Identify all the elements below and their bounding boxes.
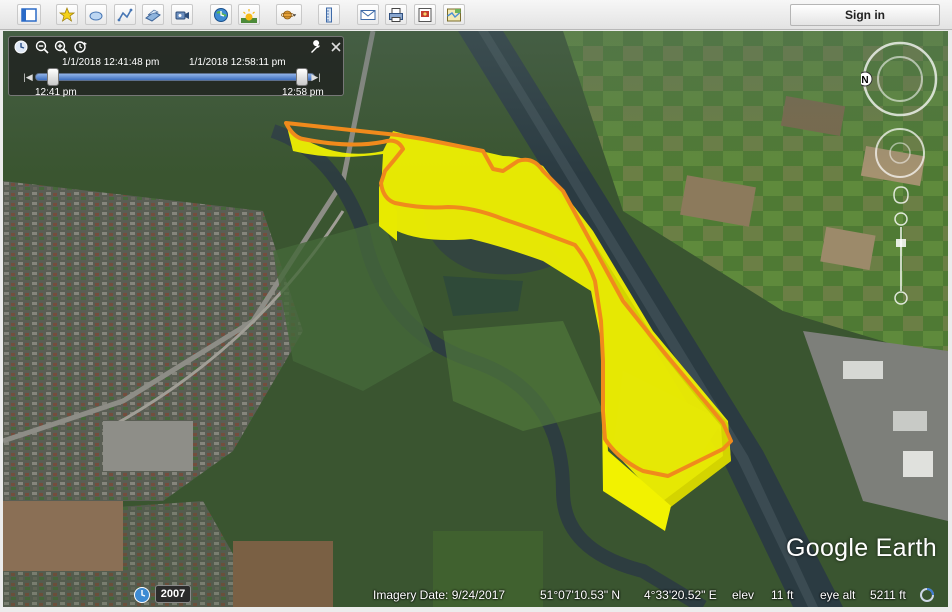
planet-icon (281, 10, 297, 19)
print-button[interactable] (385, 4, 407, 25)
map-icon (447, 8, 461, 21)
image-overlay-icon (145, 9, 161, 22)
range-end-label: 1/1/2018 12:58:11 pm (189, 57, 286, 68)
imagery-date: Imagery Date: 9/24/2017 (373, 588, 506, 602)
add-path-button[interactable] (114, 4, 136, 25)
elevation-label: elev (732, 588, 755, 602)
printer-icon (389, 7, 403, 22)
google-earth-logo: Google Earth (786, 534, 937, 562)
satellite-imagery[interactable] (3, 31, 948, 607)
historical-imagery-icon[interactable] (133, 586, 151, 604)
zoom-slider[interactable] (886, 181, 916, 306)
clock-icon[interactable] (14, 40, 28, 54)
switch-planet-button[interactable] (276, 4, 302, 25)
sign-in-button[interactable]: Sign in (790, 4, 940, 26)
add-placemark-button[interactable] (56, 4, 78, 25)
start-time-label: 12:41 pm (35, 87, 77, 98)
animation-settings-icon[interactable] (73, 40, 87, 54)
add-image-overlay-button[interactable] (142, 4, 164, 25)
eye-altitude-value: 5211 ft (870, 588, 906, 602)
sunlight-button[interactable] (238, 4, 260, 25)
time-slider-selection (36, 74, 314, 80)
eye-altitude-label: eye alt (820, 588, 856, 602)
longitude-readout: 4°33'20.52" E (644, 588, 717, 602)
clock-globe-icon (214, 7, 228, 22)
time-slider-end-handle[interactable] (296, 68, 308, 86)
view-in-maps-button[interactable] (443, 4, 465, 25)
zoom-out-nav-icon (894, 291, 908, 305)
map-viewport[interactable]: Google Earth 1/1/2018 12:41:48 pm 1/1/20… (3, 31, 948, 607)
polygon-icon (89, 11, 103, 20)
save-image-icon (418, 7, 432, 22)
placemark-pin-icon (59, 6, 75, 22)
path-icon (117, 8, 133, 21)
step-back-icon[interactable]: |◀ (23, 72, 33, 82)
record-tour-icon (175, 11, 189, 19)
time-slider-panel: 1/1/2018 12:41:48 pm 1/1/2018 12:58:11 p… (8, 36, 344, 98)
move-joystick[interactable] (873, 126, 928, 181)
compass-north-label: N (861, 75, 868, 86)
email-button[interactable] (357, 4, 379, 25)
status-bar: 2007 Imagery Date: 9/24/2017 51°07'10.53… (3, 583, 948, 607)
zoom-in-nav-icon (894, 212, 908, 226)
sun-icon (241, 8, 257, 23)
sidebar-icon (21, 7, 37, 22)
sidebar-toggle-button[interactable] (17, 4, 41, 25)
toolbar: Sign in (0, 0, 952, 30)
end-time-label: 12:58 pm (282, 87, 324, 98)
save-image-button[interactable] (414, 4, 436, 25)
street-view-pegman-icon (893, 186, 909, 204)
zoom-out-icon[interactable] (35, 40, 49, 54)
envelope-icon (360, 9, 376, 20)
close-icon[interactable] (329, 40, 343, 54)
add-polygon-button[interactable] (85, 4, 107, 25)
look-joystick[interactable]: N (861, 41, 939, 121)
ruler-button[interactable] (318, 4, 340, 25)
streaming-progress-icon (920, 588, 934, 602)
zoom-in-icon[interactable] (54, 40, 68, 54)
range-start-label: 1/1/2018 12:41:48 pm (62, 57, 160, 68)
ruler-icon (326, 7, 332, 22)
zoom-slider-handle (896, 239, 906, 247)
time-slider-track[interactable] (35, 73, 315, 81)
time-slider-start-handle[interactable] (47, 68, 59, 86)
step-forward-icon[interactable]: ▶| (311, 72, 321, 82)
wrench-icon[interactable] (309, 40, 323, 54)
latitude-readout: 51°07'10.53" N (540, 588, 621, 602)
historical-imagery-button[interactable] (210, 4, 232, 25)
record-tour-button[interactable] (171, 4, 193, 25)
imagery-year-badge[interactable]: 2007 (155, 585, 191, 603)
elevation-value: 11 ft (771, 588, 794, 602)
